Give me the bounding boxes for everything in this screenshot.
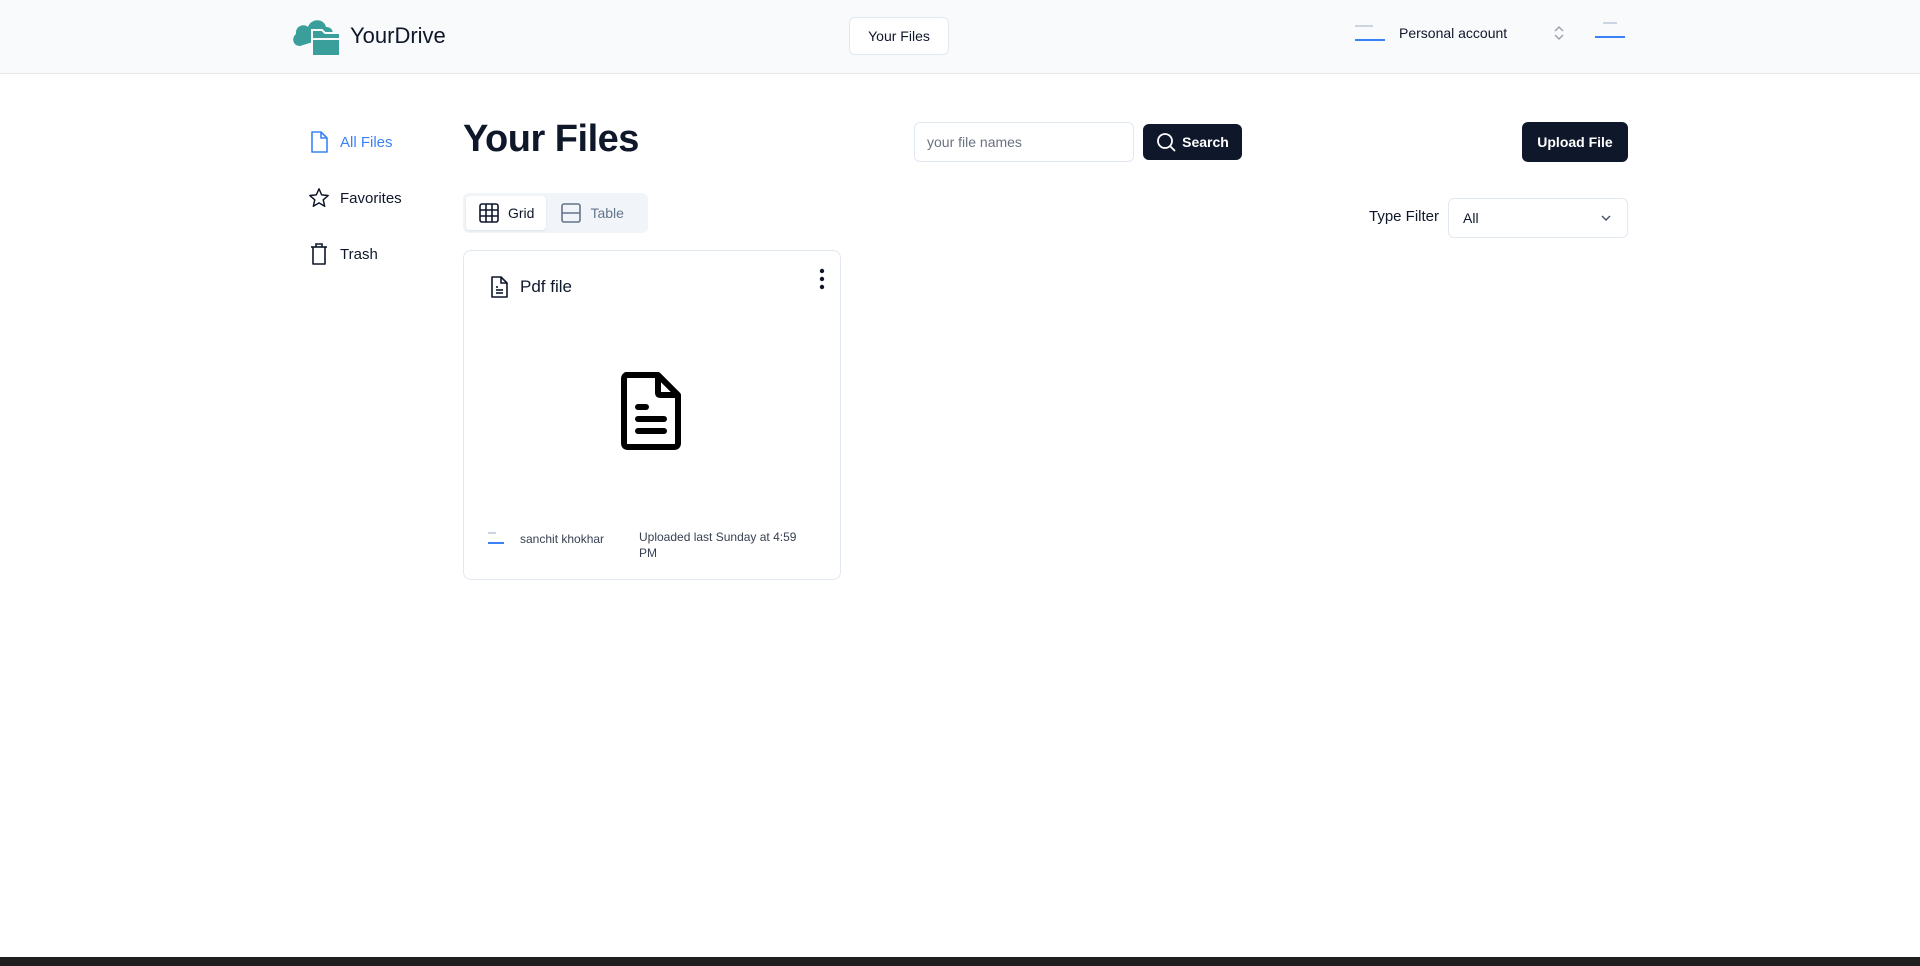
sidebar-item-trash[interactable]: Trash	[308, 240, 402, 268]
file-icon	[311, 131, 328, 153]
account-switcher[interactable]: Personal account	[1355, 18, 1566, 48]
search-input[interactable]	[914, 122, 1134, 162]
brand-logo[interactable]: YourDrive	[290, 14, 446, 58]
type-filter-label: Type Filter	[1369, 208, 1440, 225]
top-header: YourDrive Your Files Personal account	[0, 0, 1920, 74]
sidebar-item-favorites[interactable]: Favorites	[308, 184, 402, 212]
chevron-up-down-icon	[1554, 25, 1564, 41]
file-card-header: Pdf file	[488, 275, 572, 299]
star-icon	[309, 188, 329, 207]
type-filter-value: All	[1463, 210, 1479, 226]
search-button-label: Search	[1182, 134, 1229, 150]
user-avatar	[1595, 20, 1625, 40]
sidebar-item-label: All Files	[340, 133, 393, 151]
file-owner: sanchit khokhar	[520, 532, 605, 546]
chevron-down-icon	[1601, 215, 1611, 222]
os-taskbar	[0, 957, 1920, 966]
file-preview-document-icon	[621, 372, 681, 450]
trash-icon	[311, 243, 327, 265]
user-menu-button[interactable]	[1595, 20, 1625, 40]
sidebar-item-all-files[interactable]: All Files	[308, 128, 402, 156]
table-icon	[561, 203, 582, 223]
search-button[interactable]: Search	[1143, 124, 1242, 160]
page-title: Your Files	[463, 118, 639, 160]
cloud-folder-logo-icon	[293, 20, 341, 57]
search-icon	[1157, 133, 1176, 152]
owner-avatar	[488, 532, 504, 546]
account-label: Personal account	[1399, 25, 1508, 41]
file-uploaded-time: Uploaded last Sunday at 4:59 PM	[639, 530, 797, 560]
tab-table-label: Table	[590, 205, 624, 221]
tab-grid[interactable]: Grid	[466, 196, 547, 230]
view-tabs: Grid Table	[463, 193, 648, 233]
more-options-icon[interactable]	[816, 267, 828, 291]
sidebar: All Files Favorites Trash	[308, 128, 402, 296]
sidebar-item-label: Trash	[340, 245, 378, 263]
file-text-icon	[491, 276, 508, 298]
file-card-footer: sanchit khokhar Uploaded last Sunday at …	[488, 529, 828, 561]
account-avatar	[1355, 23, 1385, 43]
tab-grid-label: Grid	[508, 205, 535, 221]
sidebar-item-label: Favorites	[340, 189, 402, 207]
upload-file-button[interactable]: Upload File	[1522, 122, 1628, 162]
brand-name: YourDrive	[350, 23, 446, 48]
tab-table[interactable]: Table	[548, 196, 635, 230]
grid-icon	[479, 203, 499, 223]
file-name: Pdf file	[520, 277, 572, 296]
type-filter-select[interactable]: All	[1448, 198, 1628, 238]
nav-your-files-button[interactable]: Your Files	[849, 17, 949, 55]
file-card[interactable]: Pdf file sanchit khokhar Uploaded last S…	[463, 250, 841, 580]
